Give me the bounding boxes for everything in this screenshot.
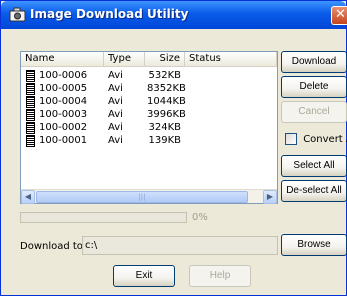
film-file-icon [26, 96, 35, 108]
list-item[interactable]: 100-0005 Avi 8352KB [21, 83, 277, 96]
browse-button[interactable]: Browse [281, 234, 347, 256]
file-size: 532KB [148, 70, 181, 81]
list-item[interactable]: 100-0002 Avi 324KB [21, 122, 277, 135]
list-item[interactable]: 100-0006 Avi 532KB [21, 70, 277, 83]
download-to-label: Download to [20, 241, 83, 252]
column-header-size[interactable]: Size [145, 52, 185, 67]
horizontal-scrollbar[interactable]: ◀ ||| ▶ [21, 189, 277, 204]
film-file-icon [26, 83, 35, 95]
cancel-button[interactable]: Cancel [281, 101, 347, 123]
title-bar[interactable]: Image Download Utility ✕ [1, 1, 347, 29]
column-header-status[interactable]: Status [185, 52, 277, 67]
file-name: 100-0006 [39, 70, 88, 81]
column-header-name[interactable]: Name [21, 52, 104, 67]
file-type: Avi [108, 122, 123, 133]
file-size: 324KB [148, 122, 181, 133]
convert-avi-option[interactable]: Convert AVI [285, 133, 347, 145]
list-item[interactable]: 100-0003 Avi 3996KB [21, 109, 277, 122]
file-type: Avi [108, 70, 123, 81]
scroll-right-button[interactable]: ▶ [263, 190, 277, 204]
download-path-field[interactable]: c:\ [82, 236, 278, 255]
file-name: 100-0002 [39, 122, 88, 133]
select-all-button[interactable]: Select All [281, 155, 347, 177]
convert-avi-label: Convert AVI [303, 133, 347, 145]
film-file-icon [26, 70, 35, 82]
exit-button[interactable]: Exit [113, 265, 175, 287]
download-progress-bar [20, 212, 187, 223]
close-icon: ✕ [335, 7, 346, 22]
file-name: 100-0005 [39, 83, 88, 94]
file-type: Avi [108, 135, 123, 146]
delete-button[interactable]: Delete [281, 76, 347, 98]
file-name: 100-0003 [39, 109, 88, 120]
column-header-type[interactable]: Type [104, 52, 145, 67]
file-type: Avi [108, 83, 123, 94]
grip-icon: ||| [138, 193, 146, 201]
film-file-icon [26, 109, 35, 121]
file-size: 3996KB [147, 109, 186, 120]
deselect-all-button[interactable]: De-select All [281, 180, 347, 202]
close-button[interactable]: ✕ [331, 6, 347, 25]
file-name: 100-0001 [39, 135, 88, 146]
chevron-left-icon: ◀ [24, 192, 32, 201]
file-type: Avi [108, 109, 123, 120]
camera-app-icon [9, 7, 26, 22]
download-button[interactable]: Download [281, 51, 347, 73]
help-button[interactable]: Help [189, 265, 251, 287]
file-type: Avi [108, 96, 123, 107]
film-file-icon [26, 135, 35, 147]
file-size: 139KB [148, 135, 181, 146]
scroll-left-button[interactable]: ◀ [21, 190, 35, 204]
chevron-right-icon: ▶ [266, 192, 274, 201]
convert-avi-checkbox[interactable] [285, 133, 297, 145]
file-list[interactable]: Name Type Size Status 100-0006 Avi 532KB… [20, 51, 278, 204]
list-item[interactable]: 100-0001 Avi 139KB [21, 135, 277, 148]
scroll-thumb[interactable]: ||| [36, 191, 248, 203]
window-title: Image Download Utility [30, 7, 189, 21]
app-window: Image Download Utility ✕ Name Type Size … [0, 0, 347, 296]
list-item[interactable]: 100-0004 Avi 1044KB [21, 96, 277, 109]
file-name: 100-0004 [39, 96, 88, 107]
progress-percent: 0% [192, 212, 208, 223]
file-size: 8352KB [147, 83, 186, 94]
film-file-icon [26, 122, 35, 134]
file-size: 1044KB [147, 96, 186, 107]
